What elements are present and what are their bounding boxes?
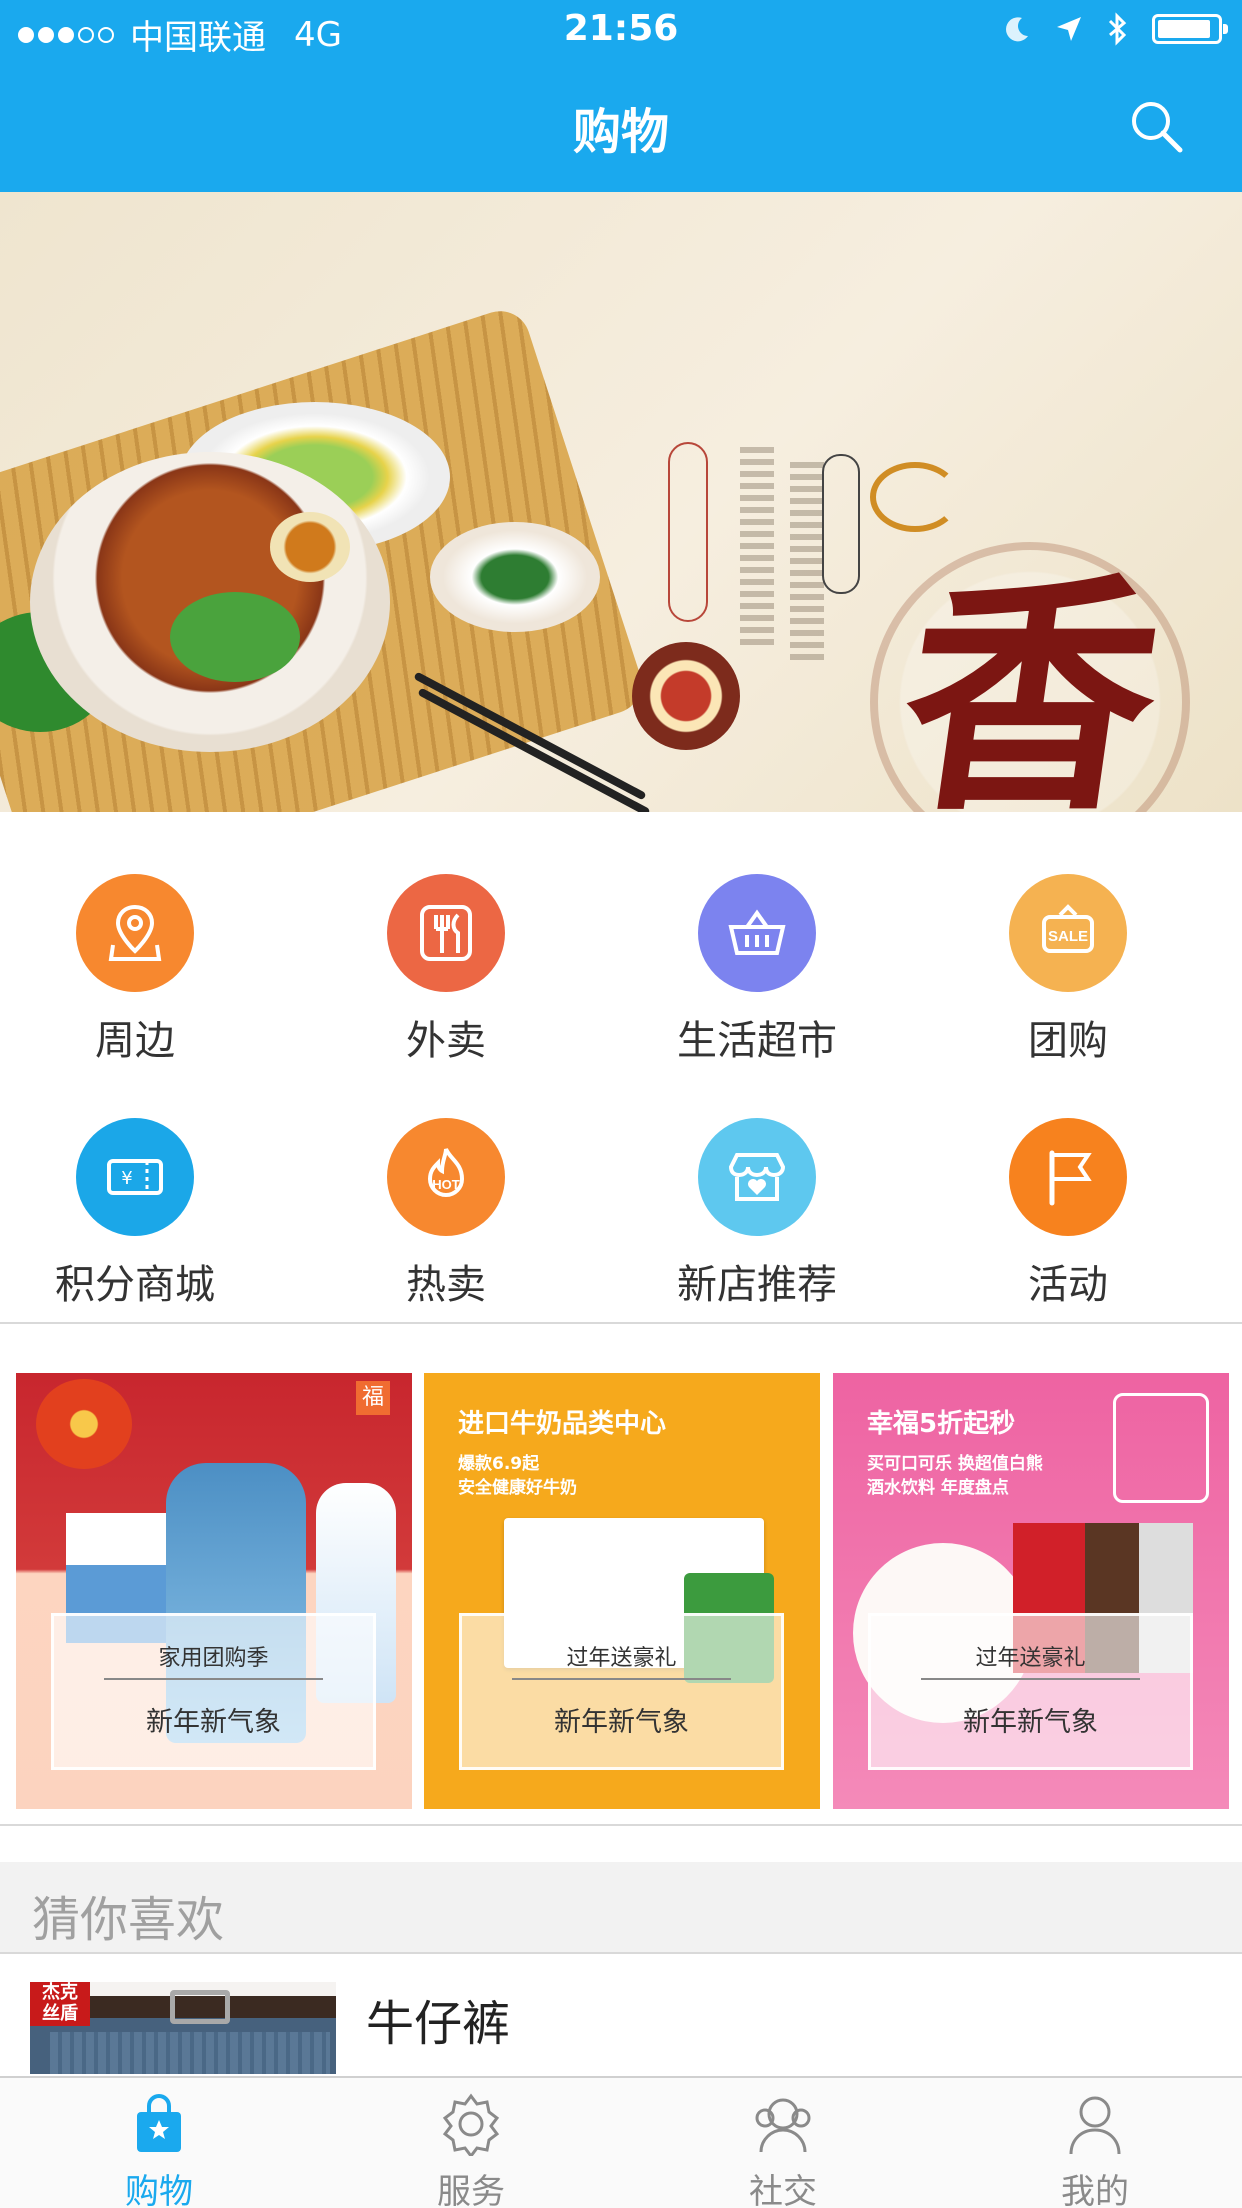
section-divider	[0, 1322, 1242, 1324]
svg-text:¥: ¥	[121, 1168, 132, 1189]
jeans-image	[50, 2032, 330, 2074]
service-gear-icon	[442, 2093, 500, 2156]
hot-flame-icon: HOT	[387, 1118, 505, 1236]
promo-card-milk[interactable]: 进口牛奶品类中心 爆款6.9起 安全健康好牛奶 过年送豪礼 新年新气象	[424, 1373, 820, 1809]
category-label: 生活超市	[677, 1018, 837, 1064]
section-divider	[0, 1824, 1242, 1826]
lantern-image	[36, 1379, 132, 1469]
promo-overlay: 过年送豪礼 新年新气象	[868, 1613, 1193, 1770]
promo-overlay-bottom: 新年新气象	[963, 1707, 1098, 1738]
svg-text:HOT: HOT	[432, 1177, 460, 1192]
moon-icon	[1006, 17, 1028, 42]
promo-card-happiness[interactable]: 幸福5折起秒 买可口可乐 换超值白熊 酒水饮料 年度盘点 过年送豪礼 新年新气象	[833, 1373, 1229, 1809]
bottom-tab-bar: 购物 服务 社交 我的	[0, 2076, 1242, 2208]
bluetooth-icon	[1108, 12, 1127, 46]
category-label: 热卖	[406, 1262, 486, 1308]
status-right	[1002, 12, 1228, 46]
vertical-title-frame	[668, 442, 708, 622]
category-label: 团购	[1028, 1018, 1108, 1064]
fu-badge-image: 福	[356, 1381, 390, 1415]
category-grid: 周边 外卖 生活超市 SALE 团购 ¥ 积分商城 HOT 热卖 新店推荐 活动	[0, 812, 1242, 1322]
tab-label: 服务	[437, 2172, 505, 2208]
calligraphy-text-image	[790, 462, 824, 662]
promo-overlay: 家用团购季 新年新气象	[51, 1613, 376, 1770]
product-thumbnail: 杰克 丝盾	[30, 1982, 336, 2074]
location-arrow-icon	[1057, 17, 1081, 41]
category-hot-sale[interactable]: HOT 热卖	[321, 1118, 571, 1310]
brand-badge: 杰克 丝盾	[30, 1982, 90, 2026]
category-label: 新店推荐	[677, 1262, 837, 1308]
category-label: 活动	[1028, 1262, 1108, 1308]
reasons-badge-image	[1113, 1393, 1209, 1503]
category-takeout[interactable]: 外卖	[321, 874, 571, 1066]
promo-overlay-bottom: 新年新气象	[146, 1707, 281, 1738]
section-title: 猜你喜欢	[32, 1892, 225, 1948]
store-heart-icon	[698, 1118, 816, 1236]
tab-label: 社交	[749, 2172, 817, 2208]
cloud-ornament-image	[870, 462, 960, 532]
tab-shopping[interactable]: 购物	[4, 2078, 314, 2208]
category-nearby[interactable]: 周边	[10, 874, 260, 1066]
product-title: 牛仔裤	[366, 1996, 511, 2052]
vertical-subtitle-frame	[822, 454, 860, 594]
category-label: 积分商城	[55, 1262, 215, 1308]
calligraphy-character: 香	[885, 550, 1177, 812]
tab-label: 我的	[1061, 2172, 1129, 2208]
tab-profile[interactable]: 我的	[940, 2078, 1242, 2208]
top-header: 中国联通 4G 21:56 购物	[0, 0, 1242, 192]
buckle-image	[170, 1990, 230, 2024]
category-points-mall[interactable]: ¥ 积分商城	[10, 1118, 260, 1310]
egg-image	[270, 512, 350, 582]
status-bar: 中国联通 4G 21:56	[0, 0, 1242, 64]
basket-icon	[698, 874, 816, 992]
category-supermarket[interactable]: 生活超市	[632, 874, 882, 1066]
promo-heading: 进口牛奶品类中心	[458, 1409, 667, 1439]
brand-seal-logo	[632, 642, 740, 750]
promo-overlay-top: 过年送豪礼	[975, 1646, 1086, 1671]
social-people-icon	[755, 2098, 811, 2153]
category-label: 外卖	[406, 1018, 486, 1064]
guess-section-header: 猜你喜欢	[0, 1862, 1242, 1952]
flag-icon	[1009, 1118, 1127, 1236]
category-label: 周边	[95, 1018, 175, 1064]
tab-label: 购物	[125, 2172, 193, 2208]
promo-subtext: 爆款6.9起 安全健康好牛奶	[458, 1454, 577, 1498]
overlay-divider	[104, 1678, 323, 1680]
promo-overlay-top: 过年送豪礼	[566, 1646, 677, 1671]
promo-card-household[interactable]: 福 家用团购季 新年新气象	[16, 1373, 412, 1809]
fork-knife-icon	[387, 874, 505, 992]
tab-social[interactable]: 社交	[628, 2078, 938, 2208]
battery-icon	[1152, 14, 1228, 44]
overlay-divider	[921, 1678, 1140, 1680]
category-activities[interactable]: 活动	[943, 1118, 1193, 1310]
page-title: 购物	[572, 104, 669, 160]
promo-overlay-bottom: 新年新气象	[554, 1707, 689, 1738]
shopping-bag-icon	[137, 2094, 181, 2152]
tab-service[interactable]: 服务	[316, 2078, 626, 2208]
svg-text:SALE: SALE	[1048, 928, 1088, 945]
hero-banner[interactable]: 香	[0, 192, 1242, 812]
promo-overlay: 过年送豪礼 新年新气象	[459, 1613, 784, 1770]
promo-heading: 幸福5折起秒	[867, 1409, 1016, 1439]
side-dish-image	[430, 522, 600, 632]
search-icon[interactable]	[1128, 98, 1184, 154]
promo-subtext: 买可口可乐 换超值白熊 酒水饮料 年度盘点	[867, 1454, 1043, 1498]
calligraphy-text-image	[740, 447, 774, 647]
greens-image	[170, 592, 300, 682]
sale-tag-icon: SALE	[1009, 874, 1127, 992]
list-item[interactable]: 杰克 丝盾 牛仔裤	[0, 1954, 1242, 2074]
overlay-divider	[512, 1678, 731, 1680]
category-group-buy[interactable]: SALE 团购	[943, 874, 1193, 1066]
profile-person-icon	[1069, 2096, 1121, 2155]
ticket-icon: ¥	[76, 1118, 194, 1236]
category-new-stores[interactable]: 新店推荐	[632, 1118, 882, 1310]
location-pin-icon	[76, 874, 194, 992]
promo-overlay-top: 家用团购季	[158, 1646, 269, 1671]
